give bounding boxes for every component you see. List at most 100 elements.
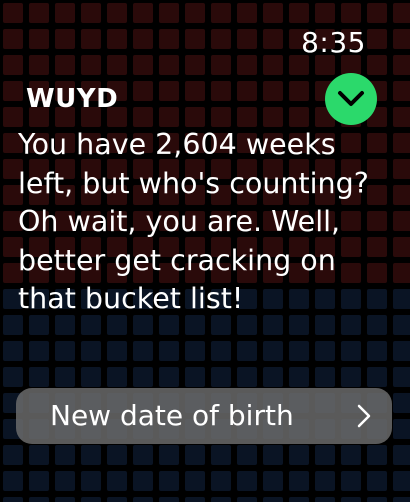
week-cell <box>133 445 153 465</box>
week-cell <box>211 55 231 75</box>
week-cell <box>133 341 153 361</box>
week-cell <box>107 445 127 465</box>
week-cell <box>185 55 205 75</box>
week-cell <box>3 497 23 502</box>
week-cell <box>81 341 101 361</box>
week-cell <box>55 497 75 502</box>
chevron-right-icon <box>357 404 371 428</box>
week-cell <box>393 393 410 413</box>
week-cell <box>393 471 410 491</box>
week-cell <box>107 29 127 49</box>
week-cell <box>393 81 410 101</box>
week-cell <box>367 341 387 361</box>
week-cell <box>341 445 361 465</box>
week-cell <box>289 341 309 361</box>
week-cell <box>211 367 231 387</box>
week-cell <box>133 367 153 387</box>
week-cell <box>185 367 205 387</box>
week-cell <box>263 3 283 23</box>
week-cell <box>81 497 101 502</box>
week-cell <box>393 445 410 465</box>
week-cell <box>107 55 127 75</box>
week-cell <box>81 445 101 465</box>
week-cell <box>289 445 309 465</box>
week-cell <box>263 107 283 127</box>
new-date-of-birth-button[interactable]: New date of birth <box>16 388 392 444</box>
week-cell <box>133 29 153 49</box>
week-cell <box>29 55 49 75</box>
week-cell <box>263 367 283 387</box>
week-cell <box>367 497 387 502</box>
week-cell <box>341 367 361 387</box>
week-cell <box>263 341 283 361</box>
week-cell <box>55 445 75 465</box>
week-cell <box>29 341 49 361</box>
week-cell <box>55 341 75 361</box>
week-cell <box>3 107 23 127</box>
week-cell <box>29 3 49 23</box>
week-cell <box>3 471 23 491</box>
week-cell <box>185 445 205 465</box>
week-cell <box>367 55 387 75</box>
week-cell <box>159 29 179 49</box>
week-cell <box>393 55 410 75</box>
week-cell <box>211 341 231 361</box>
week-cell <box>393 367 410 387</box>
week-cell <box>341 471 361 491</box>
week-cell <box>263 445 283 465</box>
week-cell <box>159 341 179 361</box>
week-cell <box>263 471 283 491</box>
week-cell <box>315 497 335 502</box>
confirm-button[interactable] <box>325 73 377 125</box>
week-cell <box>133 107 153 127</box>
week-cell <box>159 81 179 101</box>
week-cell <box>3 367 23 387</box>
week-cell <box>367 471 387 491</box>
week-cell <box>393 497 410 502</box>
week-cell <box>367 3 387 23</box>
week-cell <box>237 445 257 465</box>
week-cell <box>55 55 75 75</box>
week-cell <box>237 55 257 75</box>
week-cell <box>263 497 283 502</box>
week-cell <box>367 445 387 465</box>
week-cell <box>55 29 75 49</box>
week-cell <box>3 29 23 49</box>
week-cell <box>211 3 231 23</box>
week-cell <box>3 81 23 101</box>
week-cell <box>81 55 101 75</box>
week-cell <box>315 367 335 387</box>
week-cell <box>107 341 127 361</box>
week-cell <box>55 471 75 491</box>
week-cell <box>107 471 127 491</box>
week-cell <box>289 81 309 101</box>
week-cell <box>55 367 75 387</box>
week-cell <box>393 341 410 361</box>
week-cell <box>29 367 49 387</box>
week-cell <box>159 55 179 75</box>
week-cell <box>237 107 257 127</box>
week-cell <box>237 471 257 491</box>
week-cell <box>315 471 335 491</box>
week-cell <box>315 3 335 23</box>
week-cell <box>237 3 257 23</box>
week-cell <box>159 471 179 491</box>
week-cell <box>107 497 127 502</box>
week-cell <box>263 55 283 75</box>
week-cell <box>211 445 231 465</box>
week-cell <box>315 341 335 361</box>
week-cell <box>237 367 257 387</box>
week-cell <box>159 497 179 502</box>
week-cell <box>393 107 410 127</box>
week-cell <box>29 29 49 49</box>
week-cell <box>185 29 205 49</box>
week-cell <box>341 3 361 23</box>
week-cell <box>185 3 205 23</box>
week-cell <box>133 55 153 75</box>
week-cell <box>263 81 283 101</box>
week-cell <box>159 367 179 387</box>
week-cell <box>185 471 205 491</box>
week-cell <box>107 367 127 387</box>
week-cell <box>81 3 101 23</box>
week-cell <box>185 497 205 502</box>
